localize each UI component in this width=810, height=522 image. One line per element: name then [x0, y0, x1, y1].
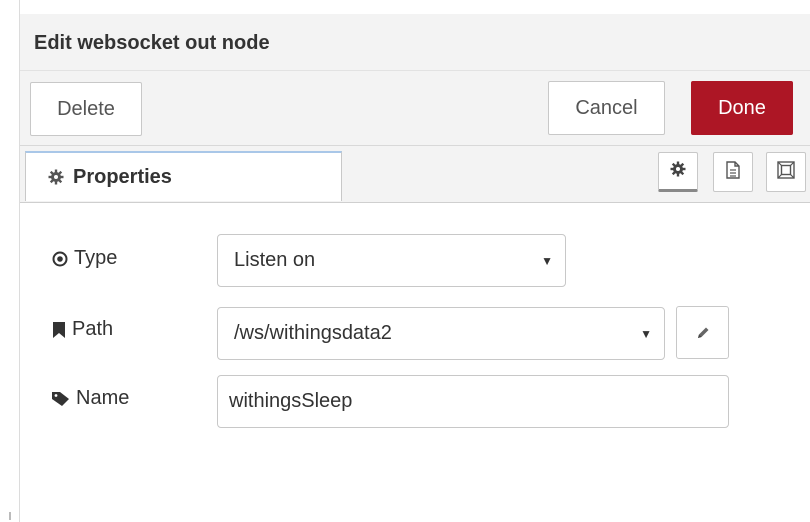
gear-icon — [47, 168, 65, 186]
tag-icon — [52, 391, 69, 406]
caret-down-icon: ▼ — [640, 326, 652, 341]
done-button[interactable]: Done — [691, 81, 793, 135]
scroll-marker — [9, 512, 11, 520]
name-label: Name — [52, 387, 129, 410]
type-select[interactable]: Listen on ▼ — [217, 234, 566, 287]
tray-toolbar: Delete Cancel Done — [20, 71, 810, 146]
pencil-icon — [697, 327, 708, 338]
caret-down-icon: ▼ — [541, 253, 553, 268]
bookmark-icon — [53, 321, 65, 338]
workspace-edge — [0, 0, 12, 522]
path-select[interactable]: /ws/withingsdata2 ▼ — [217, 307, 665, 360]
type-label: Type — [52, 247, 117, 270]
path-select-value: /ws/withingsdata2 — [234, 322, 392, 344]
tab-appearance[interactable] — [766, 152, 806, 192]
delete-button[interactable]: Delete — [30, 82, 142, 136]
tab-properties-label: Properties — [73, 165, 172, 188]
cancel-button[interactable]: Cancel — [548, 81, 665, 135]
path-label: Path — [52, 318, 113, 341]
appearance-icon — [776, 160, 796, 185]
path-label-text: Path — [72, 318, 114, 340]
name-input-value: withingsSleep — [229, 390, 353, 412]
name-label-text: Name — [76, 387, 130, 409]
edit-path-button[interactable] — [676, 306, 729, 359]
tab-settings[interactable] — [658, 152, 698, 192]
tray-header: Edit websocket out node — [20, 14, 810, 71]
name-input[interactable]: withingsSleep — [217, 375, 729, 428]
tabs-bar: Properties — [20, 146, 810, 203]
type-select-value: Listen on — [234, 249, 316, 271]
gear-icon — [670, 161, 686, 182]
document-icon — [725, 160, 741, 184]
tray-title: Edit websocket out node — [34, 32, 270, 54]
tab-description[interactable] — [713, 152, 753, 192]
edit-tray: Edit websocket out node Delete Cancel Do… — [19, 0, 810, 522]
tab-properties[interactable]: Properties — [25, 151, 342, 201]
type-label-text: Type — [74, 247, 118, 269]
dot-circle-icon — [52, 251, 68, 266]
